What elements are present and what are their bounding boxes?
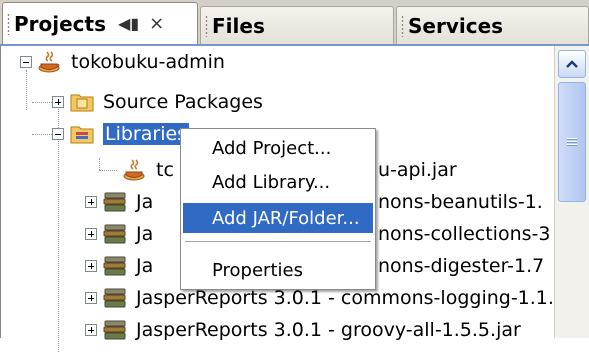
- tree-node-jar[interactable]: Ja: [85, 250, 153, 282]
- tree-node-jar-tail: nons-beanutils-1.: [378, 186, 543, 218]
- tree-node-label: Source Packages: [103, 91, 263, 113]
- drag-grip-icon[interactable]: [7, 12, 10, 35]
- scroll-up-button[interactable]: [558, 50, 586, 78]
- tree-node-label: Ja: [136, 191, 154, 213]
- expand-toggle-icon[interactable]: [85, 324, 97, 336]
- tree-node-label: u-api.jar: [378, 159, 457, 181]
- tab-services[interactable]: Services: [396, 6, 589, 44]
- tree-node-jar-tail: nons-collections-3: [378, 218, 550, 250]
- tree-connector: [32, 134, 52, 135]
- tree-node-label: Ja: [136, 223, 154, 245]
- coffee-cup-icon: [38, 51, 60, 73]
- minimize-icon[interactable]: ◀▮: [118, 14, 139, 33]
- tab-label: Projects: [14, 11, 107, 36]
- tab-files[interactable]: Files: [200, 6, 394, 44]
- library-folder-icon: [70, 126, 94, 144]
- tree-node-label: tc: [156, 159, 174, 181]
- menu-item-add-library[interactable]: Add Library...: [183, 167, 373, 197]
- menu-item-label: Add JAR/Folder...: [212, 207, 360, 229]
- drag-grip-icon[interactable]: [205, 14, 208, 37]
- coffee-cup-icon: [123, 159, 145, 181]
- tree-node-root[interactable]: tokobuku-admin: [20, 46, 225, 78]
- tree-connector: [99, 158, 100, 170]
- expand-toggle-icon[interactable]: [85, 292, 97, 304]
- tree-node-jar[interactable]: Ja: [85, 186, 153, 218]
- menu-item-properties[interactable]: Properties: [183, 255, 373, 285]
- context-menu: Add Project... Add Library... Add JAR/Fo…: [180, 128, 376, 290]
- close-icon[interactable]: ×: [149, 13, 164, 34]
- tree-node-jar[interactable]: JasperReports 3.0.1 - groovy-all-1.5.5.j…: [85, 314, 521, 346]
- tree-node-jar[interactable]: Ja: [85, 218, 153, 250]
- menu-item-add-jar-folder[interactable]: Add JAR/Folder...: [183, 203, 373, 233]
- tree-node-label: nons-digester-1.7: [378, 255, 545, 277]
- menu-item-label: Add Project...: [212, 137, 332, 159]
- tab-label: Services: [408, 13, 504, 38]
- scroll-thumb[interactable]: [558, 82, 586, 202]
- tree-connector: [32, 102, 52, 103]
- tree-node-label: nons-beanutils-1.: [378, 191, 543, 213]
- tree-connector: [99, 170, 117, 171]
- drag-grip-icon[interactable]: [401, 14, 404, 37]
- expand-toggle-icon[interactable]: [52, 96, 64, 108]
- menu-item-label: Add Library...: [212, 171, 331, 193]
- menu-item-label: Properties: [212, 259, 303, 281]
- chevron-up-icon: [566, 60, 578, 68]
- books-icon: [103, 192, 126, 212]
- tree-node-libraries[interactable]: Libraries: [52, 118, 190, 150]
- books-icon: [103, 288, 126, 308]
- tree-node-jar-tail: nons-digester-1.7: [378, 250, 544, 282]
- tree-node-source-packages[interactable]: Source Packages: [52, 86, 263, 118]
- expand-toggle-icon[interactable]: [85, 260, 97, 272]
- tree-node-jar[interactable]: tc: [123, 154, 174, 186]
- menu-separator: [185, 241, 371, 242]
- tab-projects[interactable]: Projects ◀▮ ×: [2, 2, 198, 44]
- package-folder-icon: [70, 94, 94, 112]
- books-icon: [103, 256, 126, 276]
- tree-node-label: Libraries: [103, 123, 190, 145]
- expand-toggle-icon[interactable]: [85, 196, 97, 208]
- collapse-toggle-icon[interactable]: [52, 128, 64, 140]
- tree-node-label: Ja: [136, 255, 154, 277]
- tab-label: Files: [212, 13, 265, 38]
- project-name: tokobuku-admin: [71, 51, 225, 73]
- menu-item-add-project[interactable]: Add Project...: [183, 133, 373, 163]
- collapse-toggle-icon[interactable]: [20, 56, 32, 68]
- tree-node-label: JasperReports 3.0.1 - commons-logging-1.…: [136, 287, 554, 309]
- expand-toggle-icon[interactable]: [85, 228, 97, 240]
- tree-node-label: nons-collections-3: [378, 223, 551, 245]
- tab-strip: Projects ◀▮ × Files Services: [0, 0, 589, 46]
- grip-lines-icon: [567, 138, 577, 146]
- tree-node-jar-tail: u-api.jar: [378, 154, 457, 186]
- books-icon: [103, 224, 126, 244]
- vertical-scrollbar[interactable]: [554, 46, 589, 338]
